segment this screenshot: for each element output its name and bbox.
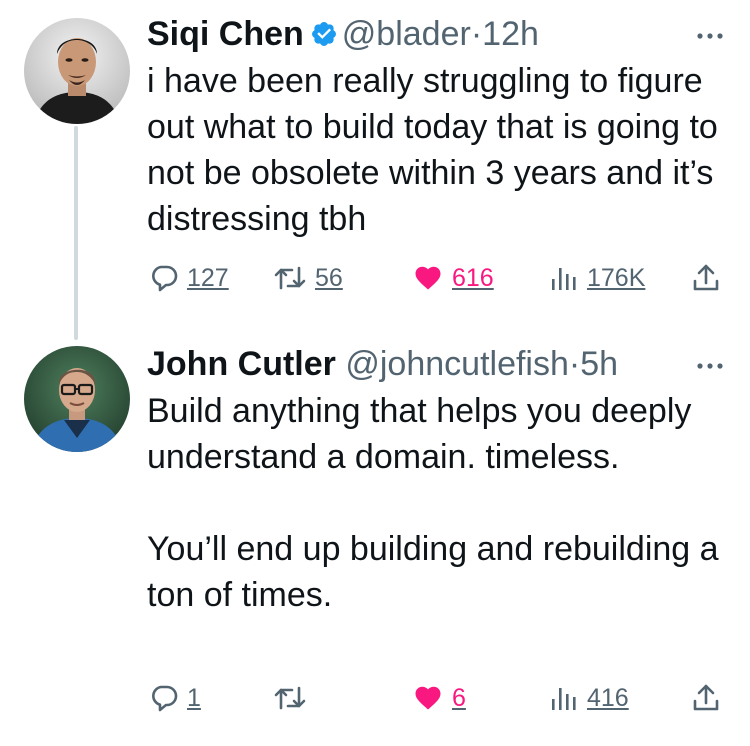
tweet-header: Siqi Chen @blader·12h: [147, 14, 539, 54]
timestamp[interactable]: 5h: [580, 345, 618, 383]
like-icon: [412, 263, 444, 293]
like-button[interactable]: 6: [412, 678, 466, 718]
tweet-john-cutler[interactable]: John Cutler @johncutlefish·5h Build anyt…: [0, 330, 750, 746]
like-button[interactable]: 616: [412, 258, 494, 298]
like-icon: [412, 683, 444, 713]
views-icon: [549, 263, 579, 293]
share-icon: [690, 682, 722, 714]
tweet-actions: 1 6 416: [0, 678, 750, 718]
more-icon[interactable]: [693, 356, 727, 376]
repost-icon: [273, 263, 307, 293]
separator-dot: ·: [568, 345, 581, 383]
reply-icon: [149, 263, 179, 293]
avatar[interactable]: [24, 18, 130, 124]
share-button[interactable]: [690, 258, 722, 298]
repost-button[interactable]: [273, 678, 315, 718]
author-name[interactable]: John Cutler: [147, 345, 336, 383]
verified-badge-icon: [310, 17, 338, 46]
tweet-text: Build anything that helps you deeply und…: [147, 392, 719, 614]
views-icon: [549, 683, 579, 713]
repost-icon: [273, 683, 307, 713]
reply-count: 1: [187, 683, 201, 712]
views-button[interactable]: 416: [549, 678, 629, 718]
repost-button[interactable]: 56: [273, 258, 343, 298]
reply-icon: [149, 683, 179, 713]
views-button[interactable]: 176K: [549, 258, 645, 298]
timestamp[interactable]: 12h: [482, 15, 539, 53]
repost-count: 56: [315, 263, 343, 292]
author-handle[interactable]: @blader: [342, 15, 471, 53]
tweet-header: John Cutler @johncutlefish·5h: [147, 344, 618, 384]
tweet-actions: 127 56 616 176K: [0, 258, 750, 298]
author-handle[interactable]: @johncutlefish: [345, 345, 569, 383]
like-count: 616: [452, 263, 494, 292]
reply-button[interactable]: 127: [149, 258, 229, 298]
tweet-siqi-chen[interactable]: Siqi Chen @blader·12h i have been really …: [0, 0, 750, 310]
share-icon: [690, 262, 722, 294]
views-count: 416: [587, 683, 629, 712]
views-count: 176K: [587, 263, 646, 292]
reply-count: 127: [187, 263, 229, 292]
avatar[interactable]: [24, 346, 130, 452]
reply-button[interactable]: 1: [149, 678, 201, 718]
more-icon[interactable]: [693, 26, 727, 46]
author-name[interactable]: Siqi Chen: [147, 15, 304, 53]
tweet-text: i have been really struggling to figure …: [147, 62, 728, 238]
separator-dot: ·: [470, 15, 483, 53]
like-count: 6: [452, 683, 466, 712]
share-button[interactable]: [690, 678, 722, 718]
